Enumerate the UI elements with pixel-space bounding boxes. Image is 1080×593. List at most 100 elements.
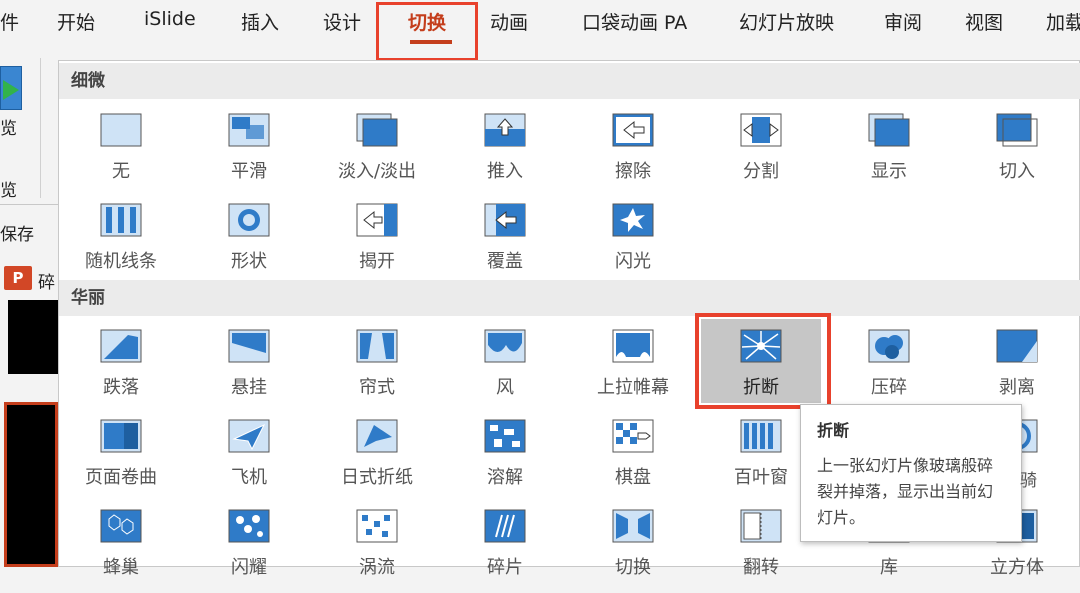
transition-item-none[interactable]: 无 [61,113,181,197]
transition-item-label: 跌落 [103,377,139,398]
transition-item-label: 推入 [487,161,523,182]
tab-highlight-box [376,2,478,61]
drape-icon [228,329,270,363]
ribbon-tab-bar: 件 开始 iSlide 插入 设计 切换 动画 口袋动画 PA 幻灯片放映 审阅… [0,0,1080,50]
slide-thumbnail[interactable] [8,300,58,374]
transition-item-label: 帘式 [359,377,395,398]
fade-icon [356,113,398,147]
tab-insert[interactable]: 插入 [241,8,279,35]
preview-label[interactable]: 览 [0,114,17,139]
ribbon-group-separator [40,58,41,198]
transition-item-shape[interactable]: 形状 [189,203,309,287]
transition-item-label: 飞机 [231,467,267,488]
wind-icon [484,329,526,363]
transition-item-shred[interactable]: 碎片 [445,509,565,593]
transition-item-split[interactable]: 分割 [701,113,821,197]
dissolve-icon [484,419,526,453]
transition-item-wipe[interactable]: 擦除 [573,113,693,197]
transition-item-cut[interactable]: 切入 [957,113,1077,197]
transition-item-uncover[interactable]: 揭开 [317,203,437,287]
transition-item-curtains[interactable]: 帘式 [317,329,437,413]
transition-item-checkerboard[interactable]: 棋盘 [573,419,693,503]
origami-icon [356,419,398,453]
tab-addins[interactable]: 加载 [1046,8,1080,35]
checkerboard-icon [612,419,654,453]
slide-thumbnail-selected[interactable] [4,402,58,567]
transition-item-fade[interactable]: 淡入/淡出 [317,113,437,197]
airplane-icon [228,419,270,453]
transition-item-label: 闪光 [615,251,651,272]
transition-item-label: 切换 [615,557,651,578]
tab-design[interactable]: 设计 [323,8,361,35]
transition-item-drape[interactable]: 悬挂 [189,329,309,413]
tab-review[interactable]: 审阅 [884,8,922,35]
transition-item-vortex[interactable]: 涡流 [317,509,437,593]
transition-item-morph[interactable]: 平滑 [189,113,309,197]
tab-home[interactable]: 开始 [57,8,95,35]
transition-item-label: 剥离 [999,377,1035,398]
slide-title-fragment: 碎 [38,273,55,293]
morph-icon [228,113,270,147]
page-curl-icon [100,419,142,453]
glitter-icon [228,509,270,543]
transition-item-prestige[interactable]: 上拉帷幕 [573,329,693,413]
fall-over-icon [100,329,142,363]
play-icon [3,80,19,100]
shape-icon [228,203,270,237]
transition-item-label: 揭开 [359,251,395,272]
tab-file[interactable]: 件 [0,8,19,35]
transition-item-crush[interactable]: 压碎 [829,329,949,413]
transition-item-label: 随机线条 [85,251,157,272]
transition-item-peel-off[interactable]: 剥离 [957,329,1077,413]
transition-item-dissolve[interactable]: 溶解 [445,419,565,503]
flip-icon [740,509,782,543]
transition-item-glitter[interactable]: 闪耀 [189,509,309,593]
tab-slide-show[interactable]: 幻灯片放映 [739,8,834,35]
ribbon-bottom-border [0,204,58,205]
transition-item-label: 形状 [231,251,267,272]
transition-item-label: 分割 [743,161,779,182]
transition-item-cover[interactable]: 覆盖 [445,203,565,287]
transition-item-switch[interactable]: 切换 [573,509,693,593]
reveal-icon [868,113,910,147]
transition-item-label: 无 [112,161,130,182]
partial-item-label: 骑 [1020,471,1037,491]
transition-item-page-curl[interactable]: 页面卷曲 [61,419,181,503]
transition-item-label: 日式折纸 [341,467,413,488]
transition-item-flash[interactable]: 闪光 [573,203,693,287]
transition-item-label: 切入 [999,161,1035,182]
tooltip-body: 上一张幻灯片像玻璃般碎裂并掉落，显示出当前幻灯片。 [817,456,994,527]
prestige-icon [612,329,654,363]
tooltip-title: 折断 [817,421,850,440]
transition-item-airplane[interactable]: 飞机 [189,419,309,503]
tab-animations[interactable]: 动画 [490,8,528,35]
tab-pocket-animation[interactable]: 口袋动画 PA [582,8,687,35]
transition-item-label: 翻转 [743,557,779,578]
transition-item-label: 上拉帷幕 [597,377,669,398]
transition-item-push[interactable]: 推入 [445,113,565,197]
transition-item-label: 覆盖 [487,251,523,272]
transition-item-label: 平滑 [231,161,267,182]
transition-item-honeycomb[interactable]: 蜂巢 [61,509,181,593]
transition-item-fall-over[interactable]: 跌落 [61,329,181,413]
tab-islide[interactable]: iSlide [144,8,196,30]
section-header-subtle: 细微 [59,63,1080,99]
transition-item-label: 显示 [871,161,907,182]
none-icon [100,113,142,147]
transition-item-label: 闪耀 [231,557,267,578]
peel-off-icon [996,329,1038,363]
curtains-icon [356,329,398,363]
preview-label-2[interactable]: 览 [0,176,17,201]
uncover-icon [356,203,398,237]
random-bars-icon [100,203,142,237]
autosave-label[interactable]: 保存 [0,220,34,245]
transition-item-reveal[interactable]: 显示 [829,113,949,197]
transition-item-wind[interactable]: 风 [445,329,565,413]
honeycomb-icon [100,509,142,543]
transition-item-label: 风 [496,377,514,398]
transition-item-label: 淡入/淡出 [337,161,417,182]
crush-icon [868,329,910,363]
transition-item-origami[interactable]: 日式折纸 [317,419,437,503]
tab-view[interactable]: 视图 [965,8,1003,35]
transition-item-random-bars[interactable]: 随机线条 [61,203,181,287]
